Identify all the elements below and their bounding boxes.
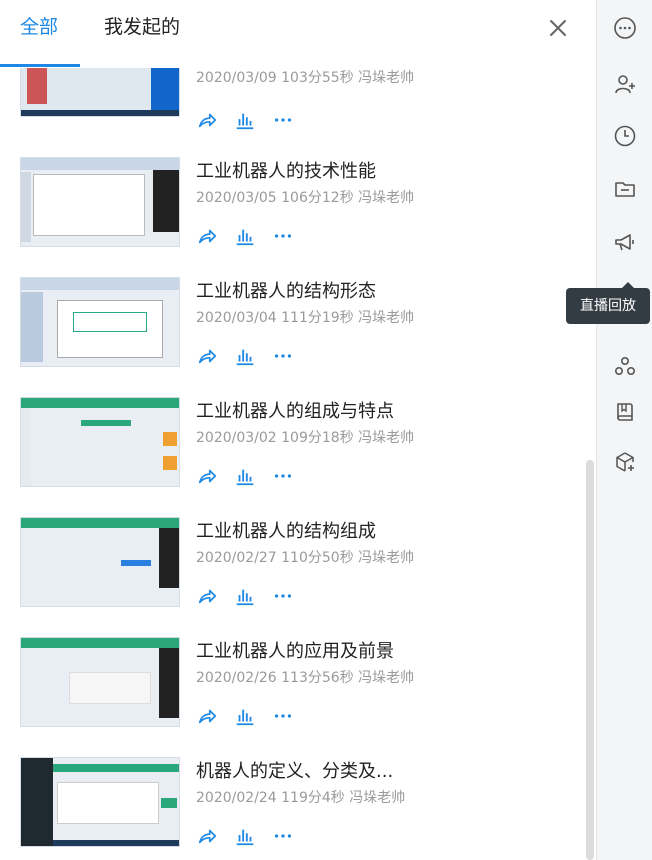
stats-icon[interactable] bbox=[234, 225, 256, 247]
side-rail bbox=[596, 0, 652, 860]
stats-icon[interactable] bbox=[234, 585, 256, 607]
replay-thumbnail[interactable] bbox=[20, 757, 180, 847]
more-options-icon[interactable] bbox=[272, 225, 294, 247]
replay-meta: 2020/02/26 113分56秒 冯垛老帅 bbox=[196, 667, 414, 687]
replay-duration: 109分18秒 bbox=[276, 430, 354, 446]
list-item[interactable]: 工业机器人的技术性能 2020/03/05 106分12秒 冯垛老帅 bbox=[0, 157, 590, 277]
replay-teacher: 冯垛老帅 bbox=[353, 190, 415, 206]
replay-thumbnail[interactable] bbox=[20, 517, 180, 607]
tab-all[interactable]: 全部 bbox=[20, 12, 58, 39]
replay-title[interactable]: 工业机器人的结构形态 bbox=[196, 277, 376, 303]
replay-teacher: 冯垛老帅 bbox=[353, 430, 415, 446]
replay-thumbnail[interactable] bbox=[20, 397, 180, 487]
replay-duration: 106分12秒 bbox=[276, 190, 354, 206]
replay-meta: 2020/03/04 111分19秒 冯垛老帅 bbox=[196, 307, 414, 327]
replay-date: 2020/02/27 bbox=[196, 550, 277, 566]
replay-meta: 2020/02/27 110分50秒 冯垛老帅 bbox=[196, 547, 414, 567]
replay-teacher: 冯垛老帅 bbox=[353, 550, 415, 566]
close-icon[interactable] bbox=[546, 16, 570, 40]
share-icon[interactable] bbox=[196, 585, 218, 607]
scrollbar[interactable] bbox=[586, 460, 594, 860]
stats-icon[interactable] bbox=[234, 109, 256, 131]
stats-icon[interactable] bbox=[234, 345, 256, 367]
replay-date: 2020/03/09 bbox=[196, 70, 277, 86]
replay-date: 2020/03/05 bbox=[196, 190, 277, 206]
list-item[interactable]: 工业机器人的结构形态 2020/03/04 111分19秒 冯垛老帅 bbox=[0, 277, 590, 397]
list-item[interactable]: 机器人的定义、分类及... 2020/02/24 119分4秒 冯垛老帅 bbox=[0, 757, 590, 860]
stats-icon[interactable] bbox=[234, 705, 256, 727]
share-icon[interactable] bbox=[196, 705, 218, 727]
list-item[interactable]: 工业机器人的结构组成 2020/02/27 110分50秒 冯垛老帅 bbox=[0, 517, 590, 637]
share-icon[interactable] bbox=[196, 825, 218, 847]
list-item[interactable]: 工业机器人的应用及前景 2020/02/26 113分56秒 冯垛老帅 bbox=[0, 637, 590, 757]
folder-icon[interactable] bbox=[613, 177, 637, 201]
more-options-icon[interactable] bbox=[272, 109, 294, 131]
group-icon[interactable] bbox=[613, 354, 637, 378]
package-add-icon[interactable] bbox=[613, 450, 637, 474]
replay-teacher: 冯垛老帅 bbox=[353, 310, 415, 326]
replay-thumbnail[interactable] bbox=[20, 277, 180, 367]
replay-teacher: 冯垛老帅 bbox=[344, 790, 406, 806]
replay-teacher: 冯垛老帅 bbox=[353, 670, 415, 686]
replay-title[interactable]: 工业机器人的结构组成 bbox=[196, 517, 376, 543]
stats-icon[interactable] bbox=[234, 825, 256, 847]
replay-duration: 110分50秒 bbox=[276, 550, 354, 566]
replay-thumbnail[interactable] bbox=[20, 157, 180, 247]
replay-thumbnail[interactable] bbox=[20, 637, 180, 727]
more-options-icon[interactable] bbox=[272, 825, 294, 847]
book-icon[interactable] bbox=[613, 400, 637, 424]
replay-teacher: 冯垛老帅 bbox=[353, 70, 415, 86]
share-icon[interactable] bbox=[196, 465, 218, 487]
share-icon[interactable] bbox=[196, 225, 218, 247]
tooltip-replay: 直播回放 bbox=[566, 282, 650, 324]
replay-title[interactable]: 机器人的定义、分类及... bbox=[196, 757, 393, 783]
stats-icon[interactable] bbox=[234, 465, 256, 487]
more-options-icon[interactable] bbox=[272, 705, 294, 727]
history-icon[interactable] bbox=[613, 124, 637, 148]
tab-mine[interactable]: 我发起的 bbox=[104, 12, 180, 39]
share-icon[interactable] bbox=[196, 345, 218, 367]
replay-meta: 2020/03/09 103分55秒 冯垛老帅 bbox=[196, 67, 414, 87]
replay-meta: 2020/03/02 109分18秒 冯垛老帅 bbox=[196, 427, 414, 447]
replay-duration: 111分19秒 bbox=[276, 310, 354, 326]
replay-meta: 2020/02/24 119分4秒 冯垛老帅 bbox=[196, 787, 405, 807]
add-member-icon[interactable] bbox=[613, 72, 637, 96]
share-icon[interactable] bbox=[196, 109, 218, 131]
replay-date: 2020/02/26 bbox=[196, 670, 277, 686]
replay-title[interactable]: 工业机器人的组成与特点 bbox=[196, 397, 394, 423]
announcement-icon[interactable] bbox=[613, 230, 637, 254]
more-options-icon[interactable] bbox=[272, 465, 294, 487]
replay-title[interactable]: 工业机器人的技术性能 bbox=[196, 157, 376, 183]
replay-duration: 119分4秒 bbox=[276, 790, 345, 806]
more-icon[interactable] bbox=[613, 16, 637, 40]
active-tab-indicator bbox=[0, 64, 80, 67]
replay-title[interactable]: 工业机器人的应用及前景 bbox=[196, 637, 394, 663]
list-item[interactable]: 工业机器人的组成与特点 2020/03/02 109分18秒 冯垛老帅 bbox=[0, 397, 590, 517]
replay-duration: 103分55秒 bbox=[276, 70, 354, 86]
replay-date: 2020/03/04 bbox=[196, 310, 277, 326]
more-options-icon[interactable] bbox=[272, 585, 294, 607]
replay-list-panel: 2020/03/09 103分55秒 冯垛老帅 工业机器人的技术性能 2020/03… bbox=[0, 0, 596, 860]
replay-duration: 113分56秒 bbox=[276, 670, 354, 686]
more-options-icon[interactable] bbox=[272, 345, 294, 367]
replay-date: 2020/02/24 bbox=[196, 790, 277, 806]
tab-bar: 全部 我发起的 bbox=[0, 0, 596, 68]
replay-meta: 2020/03/05 106分12秒 冯垛老帅 bbox=[196, 187, 414, 207]
replay-date: 2020/03/02 bbox=[196, 430, 277, 446]
